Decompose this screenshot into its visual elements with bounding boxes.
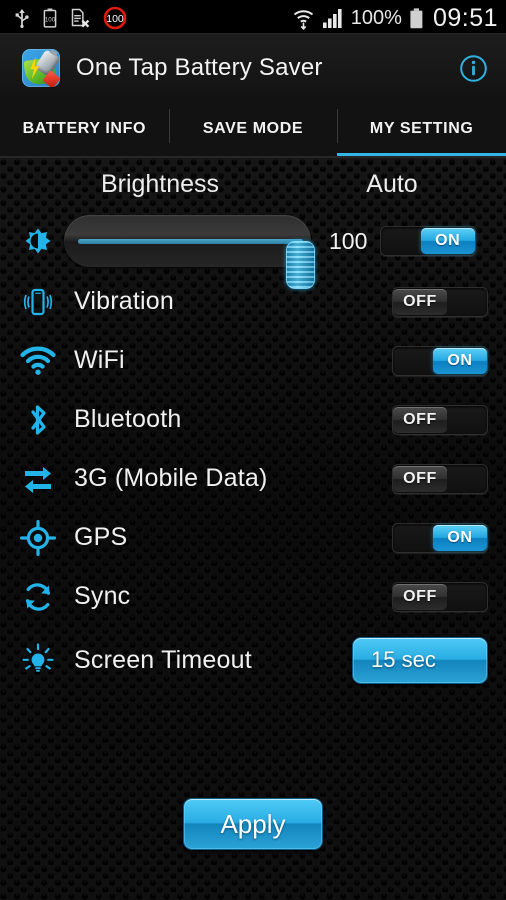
brightness-row: 100 ON	[0, 210, 506, 289]
auto-brightness-toggle-label: ON	[420, 228, 475, 254]
gps-toggle-label: ON	[433, 524, 487, 551]
wifi-toggle[interactable]: ON	[392, 345, 488, 376]
svg-text:100: 100	[45, 16, 56, 23]
tab-save-mode[interactable]: SAVE MODE	[168, 100, 338, 158]
brightness-slider-track	[78, 239, 315, 289]
app-logo-icon	[22, 49, 60, 87]
setting-label-gps: GPS	[74, 523, 128, 551]
setting-label-vibration: Vibration	[74, 287, 175, 315]
brightness-slider-thumb[interactable]	[286, 241, 315, 289]
status-bar: 100 100 100% 09:51	[0, 0, 506, 36]
setting-label-mobile-data: 3G (Mobile Data)	[74, 464, 268, 492]
vibration-toggle-label: OFF	[393, 288, 447, 315]
battery-100-icon: 100	[43, 8, 57, 28]
tab-my-setting-label: MY SETTING	[369, 120, 474, 137]
wifi-toggle-label: ON	[433, 347, 487, 374]
tab-bar: BATTERY INFO SAVE MODE MY SETTING	[0, 100, 506, 158]
auto-brightness-toggle[interactable]: ON	[379, 226, 476, 256]
brightness-header-label: Brightness	[100, 169, 220, 198]
setting-label-sync: Sync	[74, 582, 131, 610]
battery-full-icon	[410, 7, 423, 28]
vibration-toggle[interactable]: OFF	[392, 286, 488, 317]
apply-button[interactable]: Apply	[183, 798, 323, 850]
tab-battery-info[interactable]: BATTERY INFO	[0, 100, 169, 158]
setting-row-screen-timeout[interactable]: Screen Timeout 15 sec	[0, 626, 506, 694]
setting-row-sync[interactable]: Sync OFF	[0, 567, 506, 626]
bluetooth-icon	[16, 403, 60, 437]
setting-label-wifi: WiFi	[74, 346, 125, 374]
apply-button-container: Apply	[0, 798, 506, 850]
auto-header-label: Auto	[366, 169, 418, 198]
gps-toggle[interactable]: ON	[392, 522, 488, 553]
brightness-slider[interactable]	[64, 215, 315, 289]
brightness-value-label: 100	[329, 227, 368, 254]
red-100-badge-icon: 100	[103, 6, 127, 30]
lightbulb-icon	[16, 643, 60, 677]
screen-timeout-button[interactable]: 15 sec	[352, 636, 488, 684]
setting-row-bluetooth[interactable]: Bluetooth OFF	[0, 390, 506, 449]
battery-percent-label: 100%	[350, 6, 402, 29]
setting-label-screen-timeout: Screen Timeout	[74, 645, 252, 674]
usb-icon	[15, 9, 29, 28]
tab-my-setting[interactable]: MY SETTING	[337, 100, 506, 158]
mobile-data-toggle-label: OFF	[393, 465, 447, 492]
sd-card-removed-icon	[71, 8, 90, 28]
section-headers: Brightness Auto	[0, 158, 506, 210]
sync-toggle-label: OFF	[393, 583, 447, 610]
mobile-data-toggle[interactable]: OFF	[392, 463, 488, 494]
setting-row-wifi[interactable]: WiFi ON	[0, 331, 506, 390]
apply-button-label: Apply	[220, 808, 286, 839]
brightness-icon	[16, 224, 60, 258]
status-bar-clock: 09:51	[432, 3, 498, 32]
info-circle-icon[interactable]	[458, 53, 488, 83]
app-title: One Tap Battery Saver	[76, 54, 323, 81]
brightness-slider-fill	[78, 239, 303, 244]
status-bar-right-icons: 100% 09:51	[292, 4, 498, 33]
app-screen: 100 100 100% 09:51 One Tap Battery Saver…	[0, 0, 506, 900]
tab-save-mode-label: SAVE MODE	[202, 120, 304, 137]
setting-row-vibration[interactable]: Vibration OFF	[0, 272, 506, 331]
setting-row-gps[interactable]: GPS ON	[0, 508, 506, 567]
cellular-signal-icon	[322, 8, 342, 28]
setting-label-bluetooth: Bluetooth	[74, 405, 182, 433]
screen-timeout-value: 15 sec	[371, 647, 436, 672]
bluetooth-toggle[interactable]: OFF	[392, 404, 488, 435]
action-bar: One Tap Battery Saver	[0, 36, 506, 100]
sync-toggle[interactable]: OFF	[392, 581, 488, 612]
tab-battery-info-label: BATTERY INFO	[22, 120, 147, 137]
wifi-signal-icon	[293, 9, 313, 30]
settings-content: Brightness Auto 100 ON Vibration OFF WiF…	[0, 158, 506, 900]
wifi-icon	[16, 346, 60, 376]
status-bar-left-icons: 100 100	[14, 6, 127, 30]
gps-icon	[16, 519, 60, 556]
bluetooth-toggle-label: OFF	[393, 406, 447, 433]
svg-text:100: 100	[106, 13, 124, 25]
mobile-data-icon	[16, 464, 60, 494]
sync-icon	[16, 580, 60, 614]
setting-row-mobile-data[interactable]: 3G (Mobile Data) OFF	[0, 449, 506, 508]
vibration-icon	[16, 285, 60, 319]
